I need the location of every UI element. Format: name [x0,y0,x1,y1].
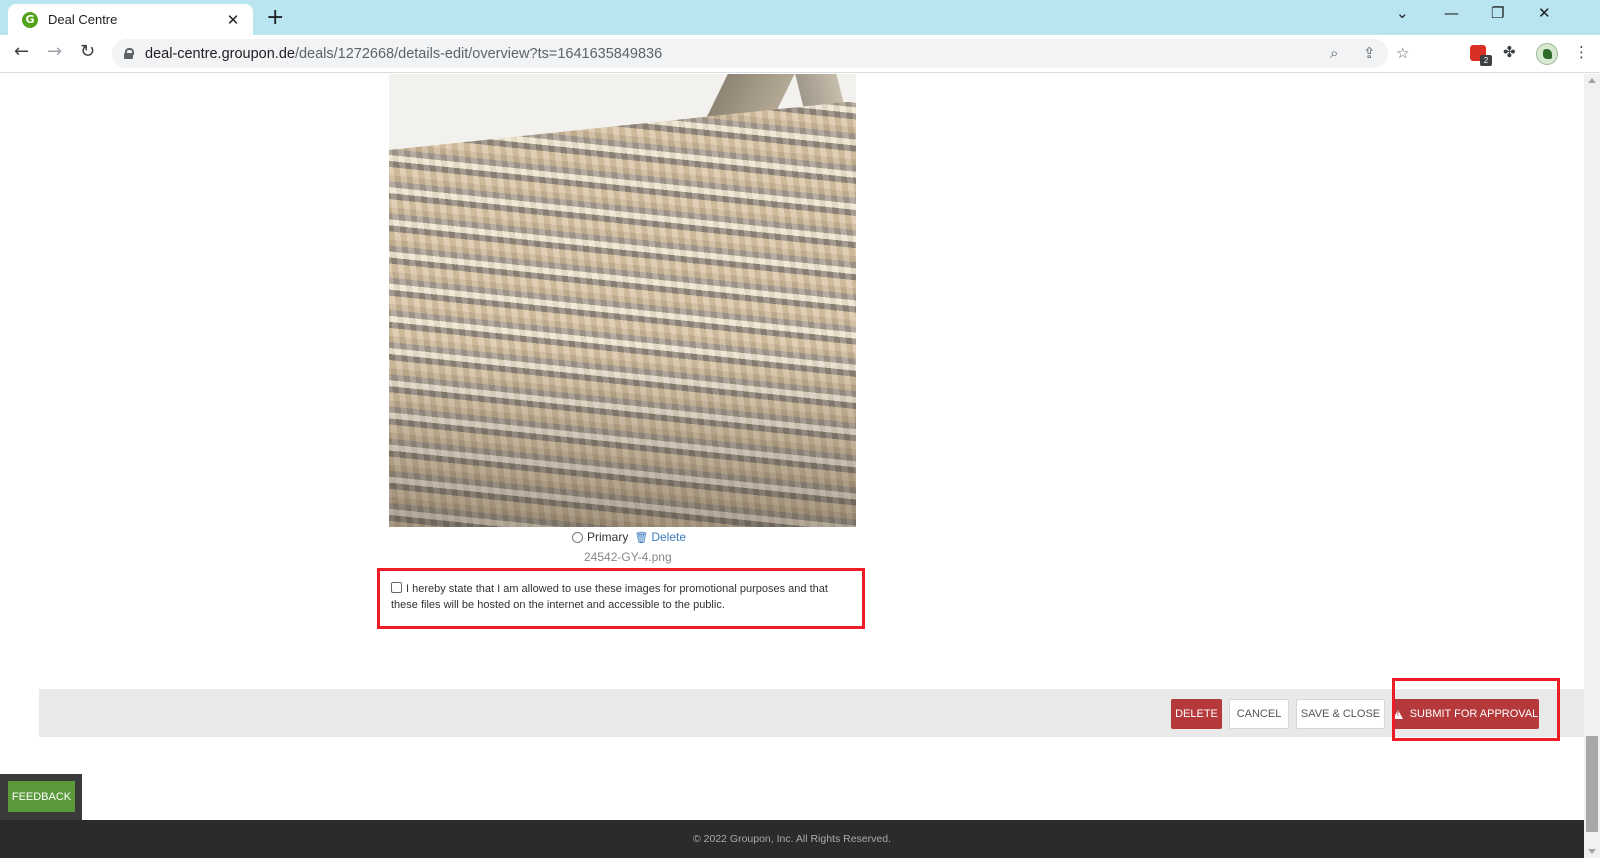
lock-icon[interactable] [124,48,134,59]
groupon-favicon-icon: G [22,11,38,28]
page-footer: © 2022 Groupon, Inc. All Rights Reserved… [0,820,1584,858]
delete-image-link[interactable]: Delete [651,530,686,544]
back-arrow-icon[interactable]: ← [14,41,29,62]
page-content: Primary 🗑 Delete 24542-GY-4.png I hereby… [0,74,1584,858]
browser-tab[interactable]: G Deal Centre ✕ [8,4,253,35]
trash-icon[interactable]: 🗑 [634,531,648,544]
feedback-button[interactable]: FEEDBACK [8,781,75,812]
reload-icon[interactable]: ↻ [80,41,95,62]
url-text: deal-centre.groupon.de/deals/1272668/det… [145,46,662,62]
window-close-icon[interactable]: ✕ [1538,4,1551,22]
zoom-icon[interactable]: ⌕ [1330,44,1338,62]
consent-text: I hereby state that I am allowed to use … [391,583,828,611]
restore-icon[interactable]: ❐ [1491,4,1504,22]
cancel-button[interactable]: CANCEL [1229,699,1289,729]
profile-avatar[interactable] [1536,43,1558,65]
save-close-button[interactable]: SAVE & CLOSE [1296,699,1385,729]
bookmark-star-icon[interactable]: ☆ [1396,44,1409,62]
image-shade [389,74,856,527]
submit-highlight [1392,678,1560,741]
extensions-puzzle-icon[interactable]: ✤ [1503,43,1516,61]
url-path: /deals/1272668/details-edit/overview?ts=… [294,45,663,62]
primary-radio[interactable] [572,531,583,543]
primary-label: Primary [587,530,629,544]
url-host: deal-centre.groupon.de [145,45,295,62]
menu-kebab-icon[interactable]: ⋮ [1574,43,1589,61]
feedback-container: FEEDBACK [0,774,82,820]
deal-image [389,74,856,527]
delete-deal-button[interactable]: DELETE [1171,699,1222,729]
image-filename: 24542-GY-4.png [584,550,672,564]
share-icon[interactable]: ⇪ [1363,44,1376,62]
scroll-down-icon[interactable] [1588,849,1596,854]
minimize-icon[interactable]: — [1444,4,1459,22]
image-controls: Primary 🗑 Delete [572,530,686,544]
consent-checkbox[interactable] [391,582,402,593]
tab-search-icon[interactable]: ⌄ [1396,4,1409,22]
scroll-thumb[interactable] [1586,736,1598,832]
action-bar: DELETE CANCEL SAVE & CLOSE SUBMIT FOR AP… [39,689,1584,737]
tab-close-icon[interactable]: ✕ [223,11,243,29]
scroll-up-icon[interactable] [1588,78,1596,83]
tab-title: Deal Centre [48,12,118,27]
address-bar[interactable]: deal-centre.groupon.de/deals/1272668/det… [112,39,1409,68]
browser-tabstrip: G Deal Centre ✕ + ⌄ — ❐ ✕ [0,0,1600,35]
consent-highlight: I hereby state that I am allowed to use … [377,568,865,629]
new-tab-icon[interactable]: + [266,5,284,30]
page-scrollbar[interactable] [1584,74,1600,858]
copyright-text: © 2022 Groupon, Inc. All Rights Reserved… [692,833,891,845]
forward-arrow-icon[interactable]: → [47,41,62,62]
browser-toolbar: ← → ↻ deal-centre.groupon.de/deals/12726… [0,35,1600,73]
extension-badge: 2 [1480,55,1492,66]
